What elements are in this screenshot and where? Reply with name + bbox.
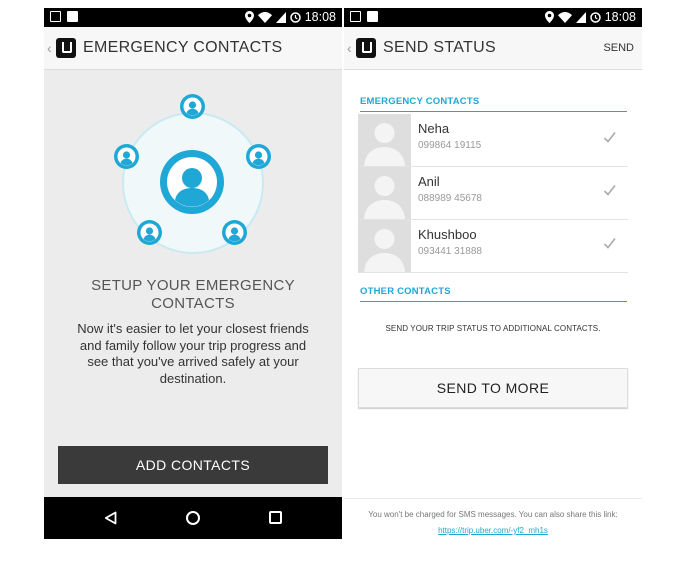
other-contacts-note: SEND YOUR TRIP STATUS TO ADDITIONAL CONT…	[385, 324, 601, 333]
alarm-icon	[589, 11, 601, 23]
location-icon	[544, 11, 554, 23]
nav-back-icon[interactable]	[104, 511, 117, 525]
contact-avatar	[358, 167, 411, 219]
contact-phone: 093441 31888	[418, 246, 482, 257]
uber-notification-icon	[367, 11, 378, 22]
contact-name: Khushboo	[418, 227, 477, 242]
person-icon	[222, 220, 247, 245]
setup-heading-line1: SETUP YOUR EMERGENCY	[91, 277, 295, 294]
send-button[interactable]: SEND	[603, 42, 634, 54]
uber-logo-icon[interactable]	[356, 38, 376, 58]
signal-icon	[275, 11, 286, 23]
contact-row[interactable]: Anil 088989 45678	[358, 167, 628, 220]
check-icon[interactable]	[603, 237, 616, 250]
uber-logo-icon[interactable]	[56, 38, 76, 58]
status-time: 18:08	[604, 10, 636, 24]
person-icon	[160, 150, 224, 214]
notification-icon	[50, 11, 61, 22]
add-contacts-button[interactable]: ADD CONTACTS	[58, 446, 328, 484]
contact-row[interactable]: Khushboo 093441 31888	[358, 220, 628, 273]
emergency-contacts-header: EMERGENCY CONTACTS	[360, 96, 627, 112]
person-icon	[114, 144, 139, 169]
send-status-screen: 18:08 ‹ SEND STATUS SEND EMERGENCY CONTA…	[344, 8, 642, 539]
other-contacts-header: OTHER CONTACTS	[360, 286, 627, 302]
person-icon	[246, 144, 271, 169]
setup-heading-line2: CONTACTS	[151, 295, 235, 312]
nav-recents-icon[interactable]	[269, 511, 282, 524]
footer: You won't be charged for SMS messages. Y…	[344, 498, 642, 539]
alarm-icon	[289, 11, 301, 23]
person-icon	[180, 94, 205, 119]
contact-phone: 088989 45678	[418, 193, 482, 204]
action-bar: ‹ SEND STATUS SEND	[344, 27, 642, 70]
notification-icon	[350, 11, 361, 22]
share-link[interactable]: https://trip.uber.com/-yf2_mh1s	[438, 526, 548, 536]
page-title: SEND STATUS	[383, 39, 496, 56]
status-bar: 18:08	[44, 8, 342, 27]
person-icon	[137, 220, 162, 245]
nav-home-icon[interactable]	[186, 511, 200, 525]
contact-name: Neha	[418, 121, 450, 136]
contact-avatar	[358, 114, 411, 166]
setup-description: Now it's easier to let your closest frie…	[77, 321, 309, 386]
android-nav-bar	[44, 497, 342, 539]
contact-avatar	[358, 220, 411, 272]
footer-text: You won't be charged for SMS messages. Y…	[368, 510, 618, 519]
uber-notification-icon	[67, 11, 78, 22]
page-title: EMERGENCY CONTACTS	[83, 39, 283, 56]
contact-phone: 099864 19115	[418, 140, 482, 151]
contact-row[interactable]: Neha 099864 19115	[358, 114, 628, 167]
send-to-more-button[interactable]: SEND TO MORE	[358, 368, 628, 408]
emergency-contacts-screen: 18:08 ‹ EMERGENCY CONTACTS SETUP YOUR EM…	[44, 8, 342, 539]
check-icon[interactable]	[603, 131, 616, 144]
signal-icon	[575, 11, 586, 23]
status-time: 18:08	[304, 10, 336, 24]
check-icon[interactable]	[603, 184, 616, 197]
setup-heading: SETUP YOUR EMERGENCY CONTACTS	[44, 277, 342, 313]
wifi-icon	[557, 11, 572, 23]
action-bar: ‹ EMERGENCY CONTACTS	[44, 27, 342, 70]
status-bar: 18:08	[344, 8, 642, 27]
location-icon	[244, 11, 254, 23]
contact-name: Anil	[418, 174, 440, 189]
wifi-icon	[257, 11, 272, 23]
